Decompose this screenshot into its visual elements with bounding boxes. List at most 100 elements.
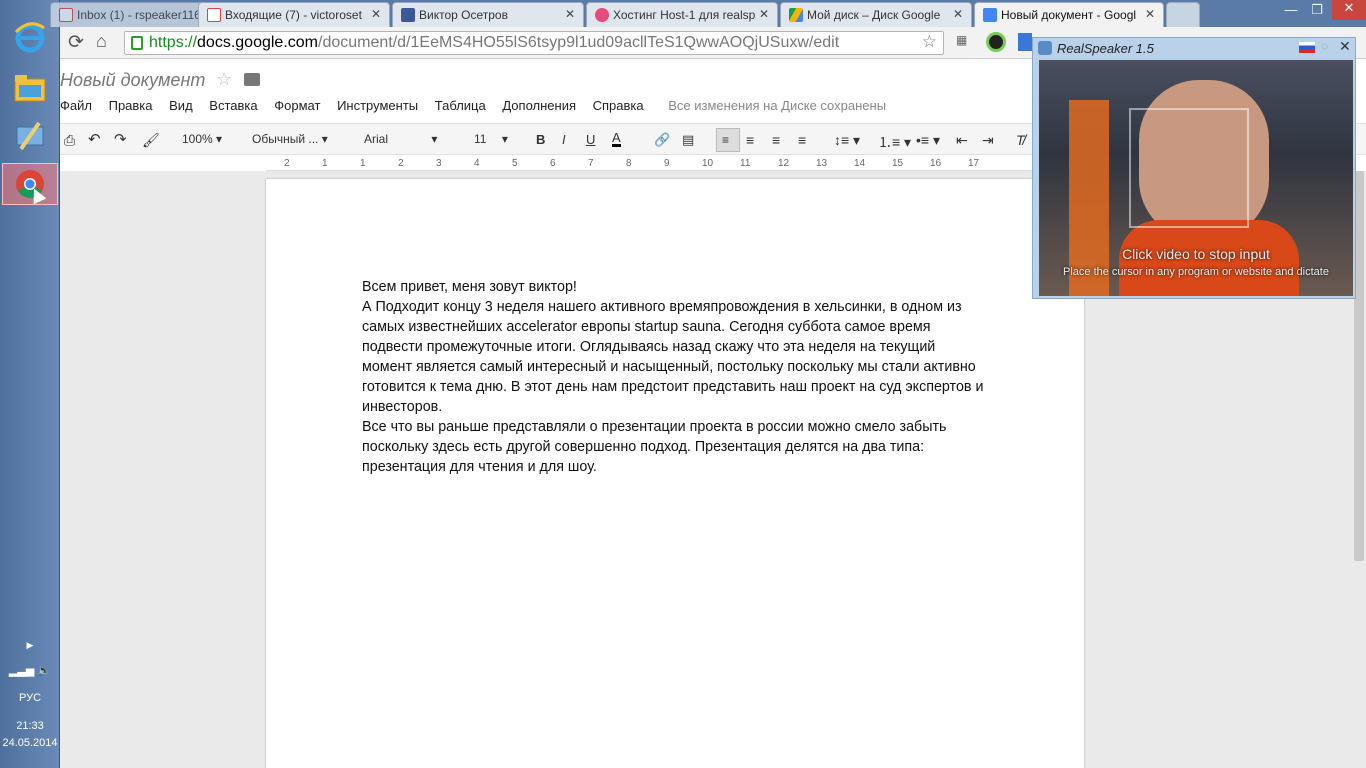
paragraph[interactable]: А Подходит концу 3 неделя нашего активно… xyxy=(362,297,987,417)
ruler-number: 17 xyxy=(968,158,980,169)
close-icon[interactable]: ✕ xyxy=(371,7,381,21)
numbered-list-icon[interactable]: ⒈≡ ▾ xyxy=(878,132,911,152)
taskbar: ▶ ▂▃▅ 🔈 РУС 21:33 24.05.2014 xyxy=(0,0,60,768)
comment-icon[interactable]: ▤ xyxy=(682,132,694,148)
reload-icon[interactable]: ⟳ xyxy=(68,31,84,54)
close-window-icon[interactable]: ✕ xyxy=(1332,0,1366,20)
align-center-icon[interactable]: ≡ xyxy=(746,132,754,148)
line-spacing-icon[interactable]: ↕≡ ▾ xyxy=(834,132,860,149)
ruler-number: 4 xyxy=(474,158,480,169)
realspeaker-logo-icon xyxy=(1038,41,1052,55)
ruler-number: 15 xyxy=(892,158,904,169)
realspeaker-window: RealSpeaker 1.5 ◌ ✕ Click video to stop … xyxy=(1032,37,1356,299)
bold-button[interactable]: B xyxy=(536,132,545,147)
document-page[interactable]: Всем привет, меня зовут виктор! А Подход… xyxy=(266,179,1084,768)
ruler-number: 14 xyxy=(854,158,866,169)
url-scheme: https:// xyxy=(149,34,198,51)
address-bar[interactable]: https://docs.google.com/document/d/1EeMS… xyxy=(124,31,944,55)
ruler[interactable]: 2 1 1 2 3 4 5 6 7 8 9 10 11 12 13 14 15 16 17 xyxy=(266,157,1076,171)
align-left-icon[interactable]: ≡ xyxy=(716,128,740,152)
pixel-ruler-icon[interactable]: ▦ xyxy=(956,33,967,47)
minimize-icon[interactable]: — xyxy=(1278,2,1304,20)
style-select[interactable]: Обычный ... ▾ xyxy=(252,132,328,146)
network-icon[interactable]: ▂▃▅ 🔈 xyxy=(0,664,60,677)
gmail-icon xyxy=(59,8,73,22)
redo-icon[interactable]: ↷ xyxy=(114,130,127,148)
print-icon[interactable]: ⎙ xyxy=(64,132,75,149)
italic-button[interactable]: I xyxy=(562,132,566,147)
ruler-number: 7 xyxy=(588,158,594,169)
restore-icon[interactable]: ❐ xyxy=(1304,2,1330,20)
star-icon[interactable]: ☆ xyxy=(216,69,232,90)
tab-label: Хостинг Host-1 для realsp xyxy=(613,8,756,22)
bulleted-list-icon[interactable]: •≡ ▾ xyxy=(916,132,940,149)
menu-addons[interactable]: Дополнения xyxy=(502,98,576,113)
paint-format-icon[interactable]: 🖌 xyxy=(142,132,160,149)
font-size-select[interactable]: 11 ▾ xyxy=(474,132,508,146)
align-justify-icon[interactable]: ≡ xyxy=(798,132,806,148)
menu-table[interactable]: Таблица xyxy=(435,98,486,113)
ruler-number: 2 xyxy=(284,158,290,169)
close-icon[interactable]: ✕ xyxy=(1339,38,1351,55)
tray-expand-icon[interactable]: ▶ xyxy=(0,640,60,651)
close-icon[interactable]: ✕ xyxy=(759,7,769,21)
font-select[interactable]: Arial ▾ xyxy=(364,132,437,146)
menu-edit[interactable]: Правка xyxy=(109,98,153,113)
document-body[interactable]: Всем привет, меня зовут виктор! А Подход… xyxy=(362,277,987,477)
ruler-number: 9 xyxy=(664,158,670,169)
zoom-select[interactable]: 100% ▾ xyxy=(182,132,222,146)
tab-docs[interactable]: Новый документ - Googl ✕ xyxy=(974,2,1164,27)
undo-icon[interactable]: ↶ xyxy=(88,130,101,148)
menu-help[interactable]: Справка xyxy=(593,98,644,113)
extension-icon[interactable] xyxy=(986,32,1006,52)
video-hint-primary: Click video to stop input xyxy=(1122,246,1270,262)
style-value: Обычный ... xyxy=(252,132,319,146)
tab-label: Мой диск – Диск Google xyxy=(807,8,941,22)
facebook-icon xyxy=(401,8,415,22)
ruler-number: 5 xyxy=(512,158,518,169)
tab-facebook[interactable]: Виктор Осетров ✕ xyxy=(392,2,584,27)
file-explorer-icon[interactable] xyxy=(8,68,52,108)
tab-label: Виктор Осетров xyxy=(419,8,508,22)
tab-hosting[interactable]: Хостинг Host-1 для realsp ✕ xyxy=(586,2,778,27)
ruler-number: 1 xyxy=(360,158,366,169)
settings-icon[interactable]: ◌ xyxy=(1321,39,1328,53)
document-title[interactable]: Новый документ xyxy=(60,70,205,91)
new-tab-button[interactable] xyxy=(1166,2,1200,27)
webcam-video[interactable]: Click video to stop input Place the curs… xyxy=(1039,60,1353,296)
tab-inbox-ru[interactable]: Входящие (7) - victoroset ✕ xyxy=(198,2,390,27)
close-icon[interactable]: ✕ xyxy=(565,7,575,21)
menu-format[interactable]: Формат xyxy=(274,98,320,113)
clear-formatting-icon[interactable]: T̸ xyxy=(1016,132,1025,148)
underline-button[interactable]: U xyxy=(586,132,595,147)
desktop: ▶ ▂▃▅ 🔈 РУС 21:33 24.05.2014 Inbox (1) -… xyxy=(0,0,1366,768)
menu-insert[interactable]: Вставка xyxy=(209,98,257,113)
ruler-number: 3 xyxy=(436,158,442,169)
russian-flag-icon[interactable] xyxy=(1299,42,1315,53)
pen-tool-icon[interactable] xyxy=(8,116,52,156)
link-icon[interactable]: 🔗 xyxy=(654,132,670,148)
text-color-button[interactable]: A xyxy=(612,131,621,147)
menu-file[interactable]: Файл xyxy=(60,98,92,113)
tab-drive[interactable]: Мой диск – Диск Google ✕ xyxy=(780,2,972,27)
decrease-indent-icon[interactable]: ⇤ xyxy=(956,132,968,149)
home-icon[interactable]: ⌂ xyxy=(96,31,107,52)
lock-icon xyxy=(131,36,143,50)
internet-explorer-icon[interactable] xyxy=(8,18,52,58)
gmail-icon xyxy=(207,8,221,22)
paragraph[interactable]: Все что вы раньше представляли о презент… xyxy=(362,417,987,477)
clock-time[interactable]: 21:33 xyxy=(0,720,60,732)
clock-date[interactable]: 24.05.2014 xyxy=(0,737,60,749)
bookmark-star-icon[interactable]: ☆ xyxy=(922,32,937,52)
increase-indent-icon[interactable]: ⇥ xyxy=(982,132,994,149)
menu-view[interactable]: Вид xyxy=(169,98,193,113)
align-right-icon[interactable]: ≡ xyxy=(772,132,780,148)
close-icon[interactable]: ✕ xyxy=(1145,7,1155,21)
tab-label: Новый документ - Googl xyxy=(1001,8,1137,22)
paragraph[interactable]: Всем привет, меня зовут виктор! xyxy=(362,277,987,297)
extension-icon[interactable] xyxy=(1018,33,1032,51)
menu-tools[interactable]: Инструменты xyxy=(337,98,418,113)
folder-icon[interactable] xyxy=(244,73,260,86)
close-icon[interactable]: ✕ xyxy=(953,7,963,21)
language-indicator[interactable]: РУС xyxy=(0,692,60,704)
